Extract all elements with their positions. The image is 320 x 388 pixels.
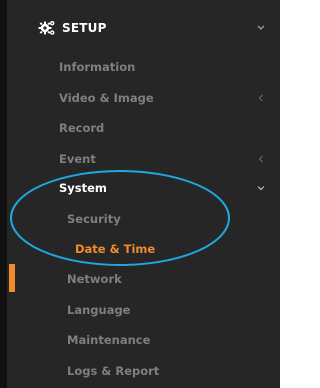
menu-item-label: Information [59, 60, 136, 74]
chevron-left-icon [258, 94, 263, 102]
submenu-item-label: Security [67, 212, 121, 226]
submenu-item-language[interactable]: Language [0, 295, 280, 325]
submenu-item-date-time[interactable]: Date & Time [0, 234, 280, 264]
menu-item-label: Record [59, 121, 105, 135]
submenu-item-logs-report[interactable]: Logs & Report [0, 356, 280, 386]
setup-menu-title: SETUP [62, 21, 107, 35]
submenu-item-security[interactable]: Security [0, 204, 280, 234]
menu-item-information[interactable]: Information [0, 52, 280, 82]
submenu-item-label: Logs & Report [67, 364, 160, 378]
submenu-item-network[interactable]: Network [0, 264, 280, 294]
menu-item-event[interactable]: Event [0, 144, 280, 174]
chevron-left-icon [258, 155, 263, 163]
chevron-down-icon [257, 25, 265, 30]
menu-item-label: Video & Image [59, 91, 154, 105]
menu-item-system[interactable]: System [0, 173, 280, 203]
setup-sidebar-menu: SETUP Information Video & Image Record E… [0, 0, 280, 388]
menu-item-video-image[interactable]: Video & Image [0, 83, 280, 113]
gears-icon [38, 21, 55, 35]
setup-menu-header[interactable]: SETUP [0, 13, 280, 43]
submenu-item-label: Date & Time [75, 242, 156, 256]
submenu-item-label: Network [67, 272, 122, 286]
menu-item-label: Event [59, 152, 96, 166]
submenu-item-maintenance[interactable]: Maintenance [0, 325, 280, 355]
submenu-item-label: Maintenance [67, 333, 151, 347]
submenu-item-label: Language [67, 303, 131, 317]
chevron-down-icon [257, 186, 265, 191]
menu-item-label: System [59, 181, 107, 195]
menu-item-record[interactable]: Record [0, 113, 280, 143]
